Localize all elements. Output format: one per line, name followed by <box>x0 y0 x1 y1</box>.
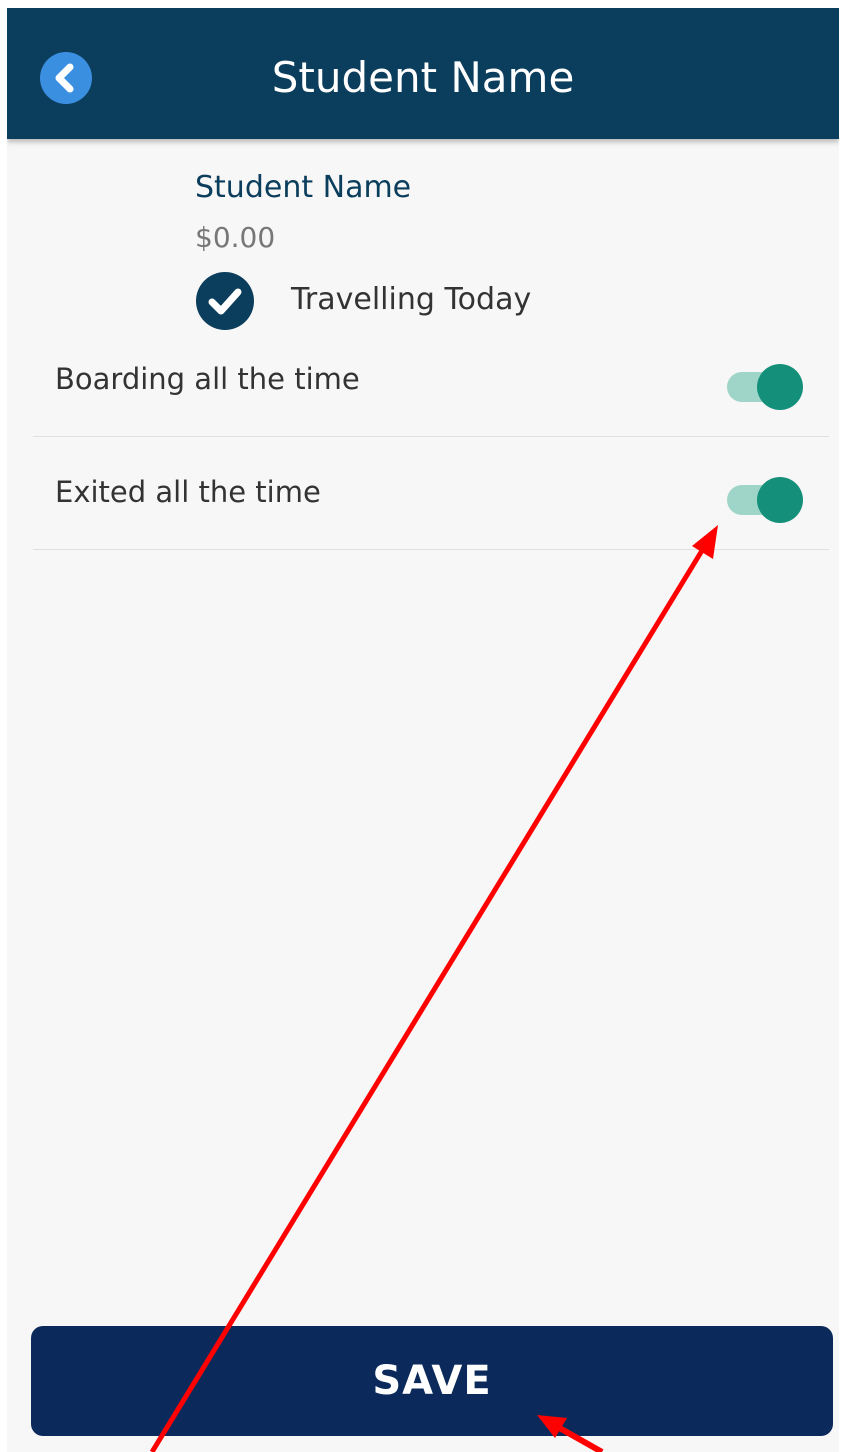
app-header: Student Name <box>7 8 839 139</box>
exited-setting-label: Exited all the time <box>55 475 321 509</box>
toggle-knob <box>757 364 803 410</box>
divider <box>33 549 829 550</box>
setting-row-boarding: Boarding all the time <box>7 323 839 435</box>
travelling-today-label: Travelling Today <box>291 282 532 317</box>
save-button[interactable]: SAVE <box>31 1326 833 1436</box>
boarding-setting-label: Boarding all the time <box>55 362 360 396</box>
toggle-knob <box>757 477 803 523</box>
checkmark-circle-icon <box>196 272 254 330</box>
exited-toggle[interactable] <box>723 477 807 523</box>
student-name: Student Name <box>195 170 412 205</box>
setting-row-exited: Exited all the time <box>7 436 839 548</box>
boarding-toggle[interactable] <box>723 364 807 410</box>
save-button-label: SAVE <box>372 1358 492 1404</box>
student-balance: $0.00 <box>195 221 276 254</box>
app-screen: Student Name Student Name $0.00 Travelli… <box>7 8 839 1452</box>
page-title: Student Name <box>271 53 575 102</box>
